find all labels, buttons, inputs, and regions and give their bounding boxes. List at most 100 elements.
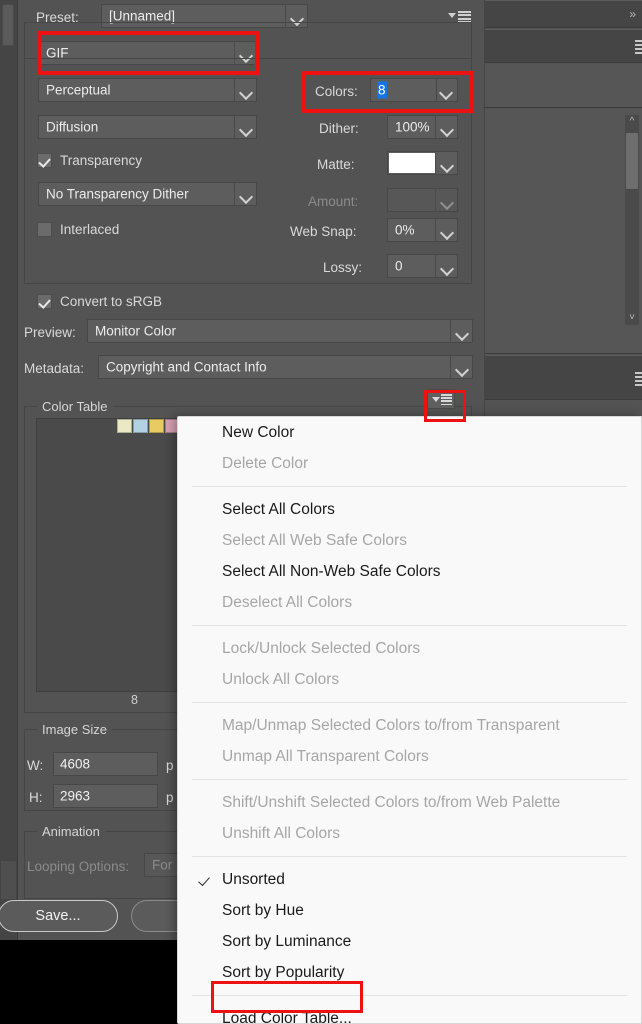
color-swatch[interactable]	[117, 419, 132, 433]
menu-item[interactable]: Sort by Hue	[178, 895, 641, 926]
color-swatch[interactable]	[133, 419, 148, 433]
check-icon	[198, 874, 209, 885]
chevron-down-icon[interactable]	[435, 116, 457, 138]
transparency-checkbox[interactable]	[37, 153, 52, 168]
menu-item: Map/Unmap Selected Colors to/from Transp…	[178, 710, 641, 741]
menu-item[interactable]: Select All Colors	[178, 494, 641, 525]
matte-label: Matte:	[317, 157, 355, 172]
dock-header-collapse[interactable]: »	[485, 0, 642, 28]
menu-separator	[192, 995, 627, 996]
matte-combo[interactable]	[387, 151, 458, 175]
looping-options-value: For	[152, 858, 172, 873]
menu-item-label: New Color	[222, 424, 294, 442]
menu-item[interactable]: Sort by Popularity	[178, 957, 641, 988]
amount-label: Amount:	[308, 194, 358, 209]
dock-panel-header-2[interactable]	[485, 355, 642, 400]
chevron-down-icon[interactable]	[435, 255, 457, 277]
menu-item-label: Delete Color	[222, 455, 308, 473]
menu-item: Lock/Unlock Selected Colors	[178, 633, 641, 664]
width-unit: p	[166, 758, 174, 773]
chevron-down-icon	[435, 189, 457, 211]
dock-scrollbar[interactable]: ^ ˅	[625, 115, 639, 325]
menu-item-label: Unlock All Colors	[222, 671, 339, 689]
transparency-label: Transparency	[60, 153, 142, 168]
metadata-value: Copyright and Contact Info	[106, 360, 267, 375]
width-field[interactable]: 4608	[53, 752, 158, 776]
menu-item-label: Unshift All Colors	[222, 825, 340, 843]
save-button[interactable]: Save...	[0, 900, 118, 932]
menu-separator	[192, 625, 627, 626]
menu-item[interactable]: Load Color Table...	[178, 1003, 641, 1024]
menu-item-label: Sort by Popularity	[222, 964, 344, 982]
chevron-double-right-icon[interactable]: »	[629, 8, 635, 20]
chevron-down-icon[interactable]	[234, 116, 256, 138]
web-snap-value: 0%	[395, 223, 415, 238]
menu-item[interactable]: Select All Non-Web Safe Colors	[178, 556, 641, 587]
preview-value: Monitor Color	[95, 324, 176, 339]
chevron-down-icon[interactable]	[234, 183, 256, 205]
left-panel-rail	[0, 0, 18, 940]
height-label: H:	[29, 790, 43, 805]
left-rail-tab-top[interactable]	[2, 4, 14, 46]
web-snap-combo[interactable]: 0%	[387, 218, 458, 242]
menu-item[interactable]: Sort by Luminance	[178, 926, 641, 957]
dither-algorithm-combo[interactable]: Diffusion	[38, 115, 257, 139]
amount-combo	[387, 188, 458, 212]
metadata-label: Metadata:	[24, 361, 84, 376]
convert-srgb-label: Convert to sRGB	[60, 294, 162, 309]
width-value: 4608	[60, 757, 90, 772]
color-swatch[interactable]	[149, 419, 164, 433]
menu-separator	[192, 702, 627, 703]
chevron-up-icon[interactable]: ^	[625, 115, 639, 129]
menu-item: Unshift All Colors	[178, 818, 641, 849]
colors-value: 8	[377, 82, 387, 99]
colors-stepper[interactable]	[436, 78, 458, 102]
web-snap-label: Web Snap:	[290, 224, 357, 239]
menu-item: Shift/Unshift Selected Colors to/from We…	[178, 787, 641, 818]
menu-item[interactable]: New Color	[178, 417, 641, 448]
menu-separator	[192, 779, 627, 780]
color-count: 8	[131, 693, 138, 707]
chevron-down-icon[interactable]	[450, 356, 472, 378]
dock-panel-header-1[interactable]	[485, 29, 642, 63]
dither-algorithm-value: Diffusion	[46, 120, 98, 135]
lossy-value: 0	[395, 259, 403, 274]
height-field[interactable]: 2963	[53, 784, 158, 808]
metadata-combo[interactable]: Copyright and Contact Info	[98, 355, 473, 379]
menu-item: Delete Color	[178, 448, 641, 479]
preview-combo[interactable]: Monitor Color	[87, 319, 473, 343]
chevron-down-icon[interactable]	[435, 219, 457, 241]
triangle-down-icon	[432, 397, 440, 402]
menu-item-label: Map/Unmap Selected Colors to/from Transp…	[222, 717, 560, 735]
color-table-swatches[interactable]	[117, 419, 181, 433]
chevron-down-icon[interactable]	[435, 79, 457, 101]
menu-item[interactable]: Unsorted	[178, 864, 641, 895]
color-table-menu-button[interactable]	[427, 389, 455, 409]
menu-item-label: Sort by Luminance	[222, 933, 351, 951]
menu-separator	[192, 486, 627, 487]
dither-amount-combo[interactable]: 100%	[387, 115, 458, 139]
color-table-title: Color Table	[37, 399, 113, 414]
save-button-label: Save...	[35, 908, 80, 924]
looping-options-label: Looping Options:	[27, 859, 129, 874]
chevron-down-icon[interactable]: ˅	[625, 311, 639, 325]
interlaced-checkbox[interactable]	[37, 222, 52, 237]
height-value: 2963	[60, 789, 90, 804]
menu-item-label: Shift/Unshift Selected Colors to/from We…	[222, 794, 560, 812]
chevron-down-icon[interactable]	[234, 79, 256, 101]
menu-item: Deselect All Colors	[178, 587, 641, 618]
reduction-algorithm-combo[interactable]: Perceptual	[38, 78, 257, 102]
transparency-dither-combo[interactable]: No Transparency Dither	[38, 182, 257, 206]
color-table-context-menu[interactable]: New Color Delete Color Select All Colors Se…	[177, 416, 642, 1024]
lossy-combo[interactable]: 0	[387, 254, 458, 278]
chevron-down-icon[interactable]	[450, 320, 472, 342]
lossy-label: Lossy:	[323, 260, 362, 275]
animation-title: Animation	[37, 824, 105, 839]
left-rail-tab-bottom[interactable]	[0, 860, 17, 900]
matte-color-swatch[interactable]	[389, 153, 436, 173]
chevron-down-icon[interactable]	[435, 152, 457, 174]
dither-amount-value: 100%	[395, 120, 430, 135]
convert-srgb-checkbox[interactable]	[37, 294, 52, 309]
menu-item-label: Lock/Unlock Selected Colors	[222, 640, 420, 658]
scrollbar-thumb[interactable]	[626, 133, 638, 189]
